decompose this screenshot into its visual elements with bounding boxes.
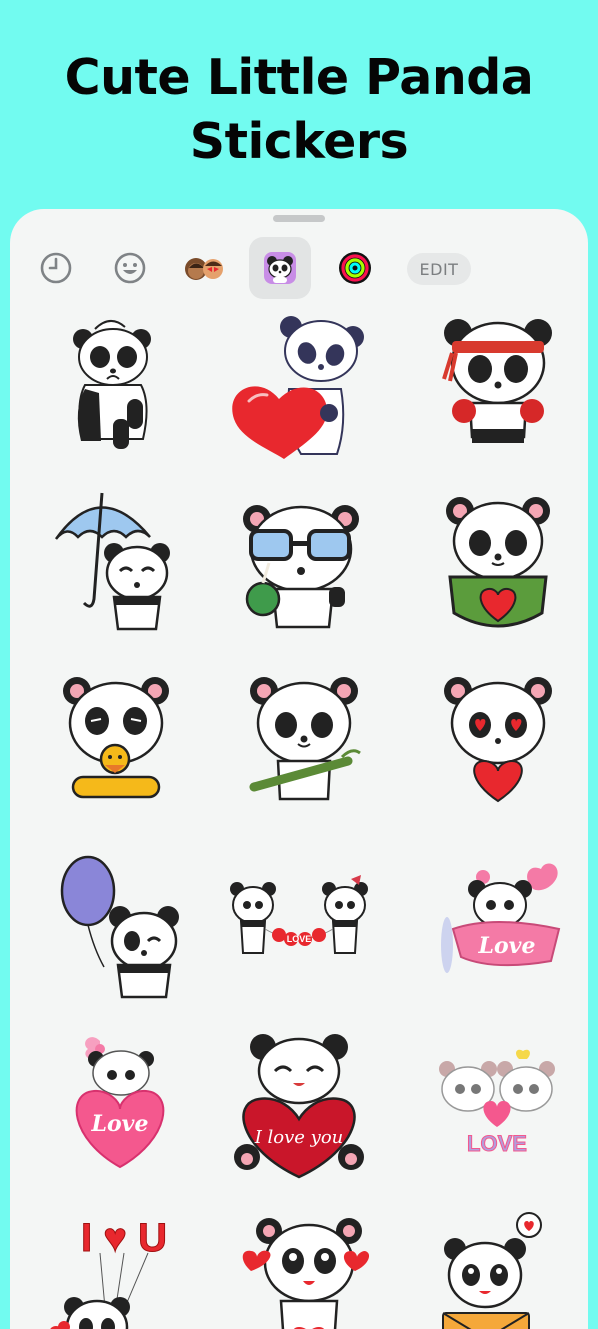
airplane-love-text: Love [478, 933, 536, 959]
smiley-icon [114, 252, 146, 284]
couple-love-text: LOVE [467, 1131, 527, 1156]
headline: Cute Little Panda Stickers [0, 46, 598, 174]
panda-love-airplane-sticker[interactable]: Love [428, 849, 568, 999]
tab-memoji[interactable] [174, 237, 236, 299]
sticker-tab-bar: EDIT [10, 237, 588, 301]
panda-bamboo-sticker[interactable] [234, 669, 374, 819]
panda-love-heart-balloon-sticker[interactable]: Love [50, 1029, 190, 1179]
i-love-you-text: I love you [254, 1127, 344, 1148]
panda-holding-heart-sticker[interactable] [229, 309, 369, 459]
pandas-love-garland-sticker[interactable]: LOVE [229, 849, 369, 999]
panda-balloon-sticker[interactable] [45, 849, 185, 999]
tab-emoji[interactable] [99, 237, 161, 299]
boxer-panda-sticker[interactable] [428, 309, 568, 459]
panda-couple-love-sticker[interactable]: LOVE [428, 1029, 568, 1179]
sheet-grabber[interactable] [273, 215, 325, 222]
panda-hearts-sticker[interactable] [229, 1209, 370, 1329]
panda-i-love-you-sticker[interactable]: I love you [229, 1029, 369, 1179]
heart-balloon-love-text: Love [91, 1111, 149, 1137]
panda-duck-float-sticker[interactable] [45, 669, 185, 819]
edit-button[interactable]: EDIT [407, 253, 471, 285]
panda-pocket-heart-sticker[interactable] [428, 489, 568, 639]
tab-recents[interactable] [25, 237, 87, 299]
panda-sticker-pack-icon [264, 252, 296, 284]
memoji-icon [185, 258, 223, 280]
panda-love-letter-sticker[interactable] [428, 1209, 568, 1329]
sticker-keyboard-sheet: EDIT LOVE Love Love I love you LOVE I ♥ … [10, 209, 588, 1329]
panda-sunglasses-coconut-sticker[interactable] [229, 489, 369, 639]
clock-icon [40, 252, 72, 284]
headline-line-2: Stickers [189, 113, 409, 170]
tab-panda-stickers[interactable] [249, 237, 311, 299]
garland-text: LOVE [287, 934, 312, 944]
sad-panda-sticker[interactable] [45, 309, 185, 459]
panda-umbrella-sticker[interactable] [45, 489, 185, 639]
panda-heart-eyes-sticker[interactable] [428, 669, 568, 819]
tab-activity[interactable] [324, 237, 386, 299]
activity-rings-icon [339, 252, 371, 284]
headline-line-1: Cute Little Panda [64, 49, 534, 106]
panda-i-love-u-balloons-sticker[interactable]: I ♥ U [40, 1209, 180, 1329]
